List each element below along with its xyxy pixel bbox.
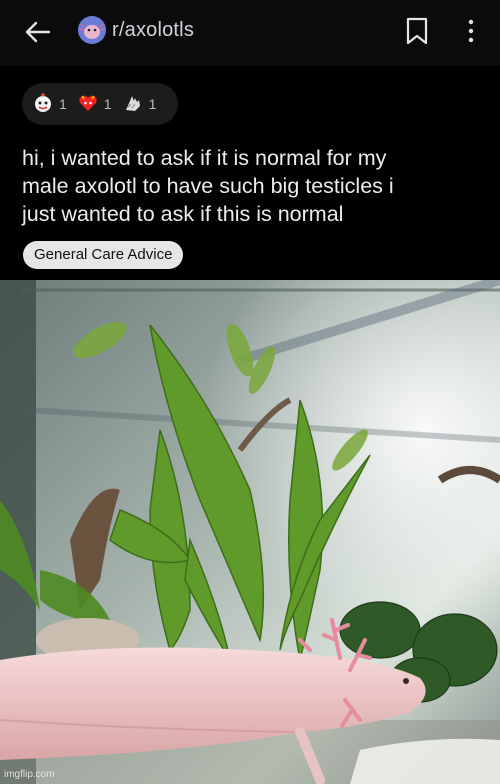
- bookmark-icon[interactable]: [404, 16, 430, 46]
- awards-bar[interactable]: 1 1 1: [22, 83, 178, 125]
- post-title-line: hi, i wanted to ask if it is normal for …: [22, 146, 387, 170]
- watermark: imgflip.com: [4, 769, 55, 780]
- back-arrow-icon[interactable]: [22, 16, 54, 48]
- post-title-line: male axolotl to have such big testicles …: [22, 174, 394, 198]
- award-count: 1: [148, 96, 157, 112]
- award-item: 1: [77, 92, 112, 117]
- more-options-icon[interactable]: [462, 16, 480, 46]
- award-item: 1: [122, 92, 157, 117]
- top-bar: r/axolotls: [0, 0, 500, 66]
- award-face-icon: [32, 92, 59, 117]
- aquarium-photo: [0, 280, 500, 784]
- subreddit-avatar-icon[interactable]: [78, 16, 106, 44]
- award-hand-icon: [122, 92, 149, 117]
- post-image[interactable]: [0, 280, 500, 784]
- post-flair[interactable]: General Care Advice: [23, 241, 184, 269]
- award-item: 1: [32, 92, 67, 117]
- award-count: 1: [59, 96, 67, 112]
- post-title-line: just wanted to ask if this is normal: [22, 202, 344, 226]
- subreddit-name[interactable]: r/axolotls: [112, 19, 194, 42]
- award-count: 1: [103, 96, 112, 112]
- award-heart-icon: [77, 92, 104, 117]
- post-title[interactable]: hi, i wanted to ask if it is normal for …: [22, 144, 482, 228]
